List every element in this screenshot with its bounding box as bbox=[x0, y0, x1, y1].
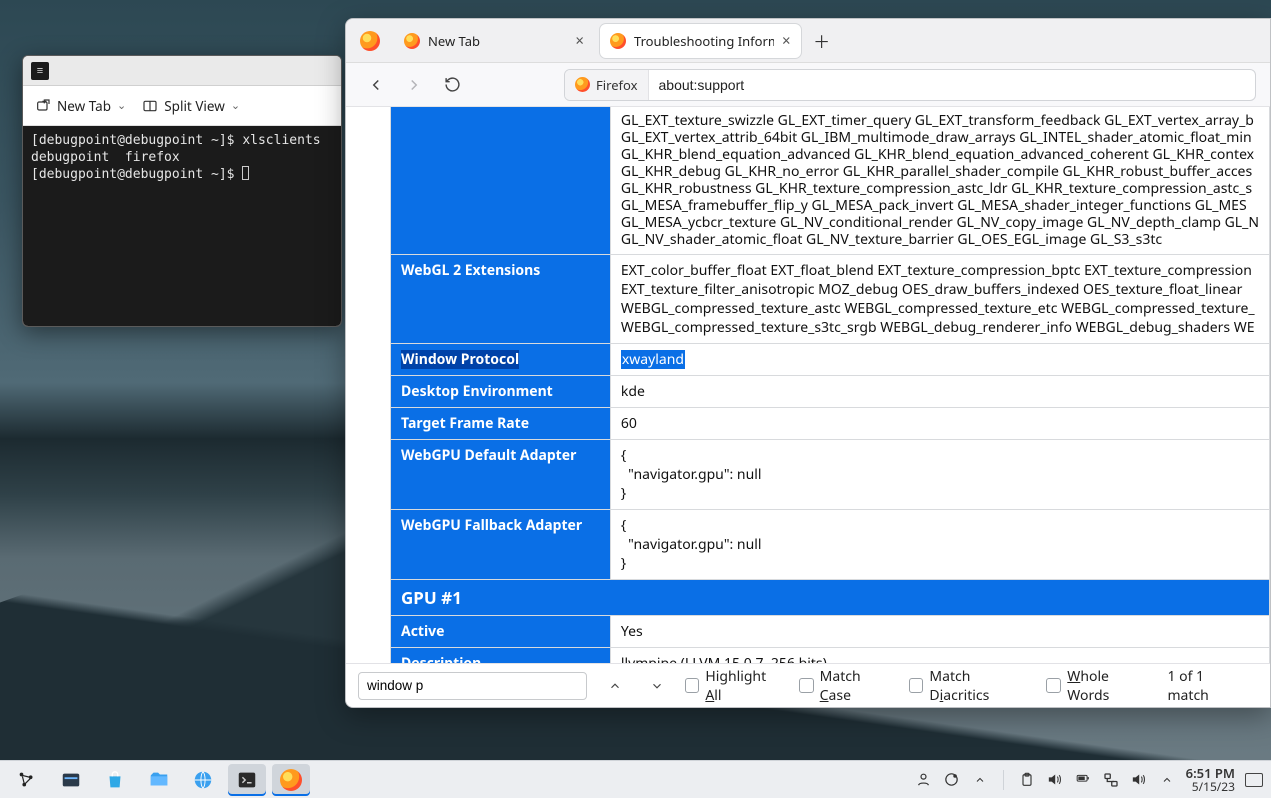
url-bar[interactable]: Firefox bbox=[564, 69, 1256, 101]
clock[interactable]: 6:51 PM 5/15/23 bbox=[1186, 766, 1235, 794]
desktop-rect-icon bbox=[1245, 773, 1263, 787]
network-icon[interactable] bbox=[1102, 771, 1120, 789]
app-launcher-button[interactable] bbox=[8, 764, 46, 796]
chevron-down-icon bbox=[650, 679, 664, 693]
page-content[interactable]: GL_EXT_texture_swizzle GL_EXT_timer_quer… bbox=[346, 107, 1270, 663]
tray-expand-icon-2[interactable] bbox=[1158, 771, 1176, 789]
tab-troubleshooting[interactable]: Troubleshooting Informati × bbox=[600, 24, 801, 58]
find-bar: Highlight All Match Case Match Diacritic… bbox=[346, 663, 1270, 707]
firefox-identity-icon bbox=[575, 77, 590, 92]
taskbar-system-settings[interactable] bbox=[52, 764, 90, 796]
firefox-icon bbox=[280, 769, 302, 791]
taskbar-terminal[interactable] bbox=[228, 764, 266, 796]
taskbar-file-manager[interactable] bbox=[140, 764, 178, 796]
globe-icon bbox=[192, 769, 214, 791]
reload-icon bbox=[444, 76, 461, 93]
updates-icon[interactable] bbox=[943, 771, 961, 789]
taskbar-firefox[interactable] bbox=[272, 764, 310, 796]
webgpu-default-cell[interactable]: { "navigator.gpu": null } bbox=[610, 440, 1269, 510]
row-label-webgpu-default: WebGPU Default Adapter bbox=[391, 440, 611, 510]
row-label-webgl2-ext: WebGL 2 Extensions bbox=[391, 255, 611, 344]
reload-button[interactable] bbox=[436, 69, 468, 101]
tab-new-tab[interactable]: New Tab × bbox=[394, 24, 594, 58]
find-prev-button[interactable] bbox=[601, 672, 629, 700]
new-tab-icon bbox=[35, 98, 51, 114]
close-icon[interactable]: × bbox=[575, 31, 584, 51]
tab-strip: New Tab × Troubleshooting Informati × ＋ bbox=[346, 19, 1270, 63]
forward-button[interactable] bbox=[398, 69, 430, 101]
terminal-window[interactable]: ≡ New Tab ⌄ Split View ⌄ [debugpoint@deb… bbox=[22, 55, 342, 327]
match-diacritics-checkbox[interactable]: Match Diacritics bbox=[909, 667, 1033, 705]
find-input[interactable] bbox=[358, 672, 587, 700]
target-frame-cell[interactable]: 60 bbox=[610, 408, 1269, 440]
clock-date: 5/15/23 bbox=[1186, 780, 1235, 794]
find-match-count: 1 of 1 match bbox=[1167, 667, 1248, 705]
window-protocol-cell[interactable]: xwayland bbox=[610, 344, 1269, 376]
row-label-target-frame-rate: Target Frame Rate bbox=[391, 408, 611, 440]
terminal-toolbar: New Tab ⌄ Split View ⌄ bbox=[23, 86, 341, 126]
terminal-titlebar[interactable]: ≡ bbox=[23, 56, 341, 86]
identity-box[interactable]: Firefox bbox=[565, 70, 649, 100]
terminal-body[interactable]: [debugpoint@debugpoint ~]$ xlsclients de… bbox=[23, 126, 341, 326]
row-label-webgpu-fallback: WebGPU Fallback Adapter bbox=[391, 510, 611, 580]
terminal-new-tab-button[interactable]: New Tab ⌄ bbox=[35, 97, 126, 115]
terminal-icon bbox=[236, 769, 258, 791]
row-label-desktop-env: Desktop Environment bbox=[391, 376, 611, 408]
row-label bbox=[391, 107, 611, 255]
row-label-window-protocol: Window Protocol bbox=[391, 344, 611, 376]
row-label-active: Active bbox=[391, 616, 611, 648]
graphics-table: GL_EXT_texture_swizzle GL_EXT_timer_quer… bbox=[390, 107, 1270, 663]
gpu1-section-header: GPU #1 bbox=[391, 580, 1270, 616]
new-tab-button[interactable]: ＋ bbox=[807, 26, 837, 56]
battery-icon[interactable] bbox=[1074, 771, 1092, 789]
system-tray: 6:51 PM 5/15/23 bbox=[915, 766, 1263, 794]
kde-launcher-icon bbox=[16, 769, 38, 791]
desktop-env-cell[interactable]: kde bbox=[610, 376, 1269, 408]
split-view-icon bbox=[142, 98, 158, 114]
volume-icon-2[interactable] bbox=[1130, 771, 1148, 789]
navigation-toolbar: Firefox bbox=[346, 63, 1270, 107]
shopping-bag-icon bbox=[104, 769, 126, 791]
taskbar: 6:51 PM 5/15/23 bbox=[0, 760, 1271, 798]
arrow-right-icon bbox=[405, 76, 423, 94]
highlight-all-checkbox[interactable]: Highlight All bbox=[685, 667, 785, 705]
back-button[interactable] bbox=[360, 69, 392, 101]
firefox-favicon-icon bbox=[404, 33, 420, 49]
terminal-menu-icon[interactable]: ≡ bbox=[31, 62, 49, 80]
tray-expand-icon[interactable] bbox=[971, 771, 989, 789]
description-cell[interactable]: llvmpipe (LLVM 15.0.7, 256 bits) bbox=[610, 648, 1269, 664]
folder-icon bbox=[148, 769, 170, 791]
terminal-split-view-label: Split View bbox=[164, 97, 225, 115]
show-desktop-button[interactable] bbox=[1245, 771, 1263, 789]
chevron-down-icon: ⌄ bbox=[117, 98, 126, 113]
webgl2-ext-cell[interactable]: EXT_color_buffer_float EXT_float_blend E… bbox=[610, 255, 1269, 344]
arrow-left-icon bbox=[367, 76, 385, 94]
user-icon[interactable] bbox=[915, 771, 933, 789]
identity-label: Firefox bbox=[596, 76, 638, 94]
firefox-favicon-icon bbox=[610, 33, 626, 49]
close-icon[interactable]: × bbox=[782, 31, 791, 51]
settings-panel-icon bbox=[60, 769, 82, 791]
tab-label: Troubleshooting Informati bbox=[634, 32, 774, 50]
webgpu-fallback-cell[interactable]: { "navigator.gpu": null } bbox=[610, 510, 1269, 580]
terminal-split-view-button[interactable]: Split View ⌄ bbox=[142, 97, 240, 115]
whole-words-checkbox[interactable]: Whole Words bbox=[1046, 667, 1153, 705]
terminal-cursor bbox=[242, 166, 249, 180]
active-cell[interactable]: Yes bbox=[610, 616, 1269, 648]
find-next-button[interactable] bbox=[643, 672, 671, 700]
gl-extensions-cell[interactable]: GL_EXT_texture_swizzle GL_EXT_timer_quer… bbox=[610, 107, 1269, 255]
row-label-description: Description bbox=[391, 648, 611, 664]
match-case-checkbox[interactable]: Match Case bbox=[799, 667, 895, 705]
taskbar-software-center[interactable] bbox=[96, 764, 134, 796]
chevron-down-icon: ⌄ bbox=[231, 98, 240, 113]
taskbar-web-browser[interactable] bbox=[184, 764, 222, 796]
chevron-up-icon bbox=[608, 679, 622, 693]
terminal-new-tab-label: New Tab bbox=[57, 97, 111, 115]
tab-label: New Tab bbox=[428, 32, 480, 50]
clipboard-icon[interactable] bbox=[1018, 771, 1036, 789]
url-input[interactable] bbox=[649, 77, 1256, 93]
volume-icon[interactable] bbox=[1046, 771, 1064, 789]
firefox-window[interactable]: New Tab × Troubleshooting Informati × ＋ … bbox=[345, 18, 1271, 708]
firefox-logo-icon[interactable] bbox=[360, 31, 380, 51]
